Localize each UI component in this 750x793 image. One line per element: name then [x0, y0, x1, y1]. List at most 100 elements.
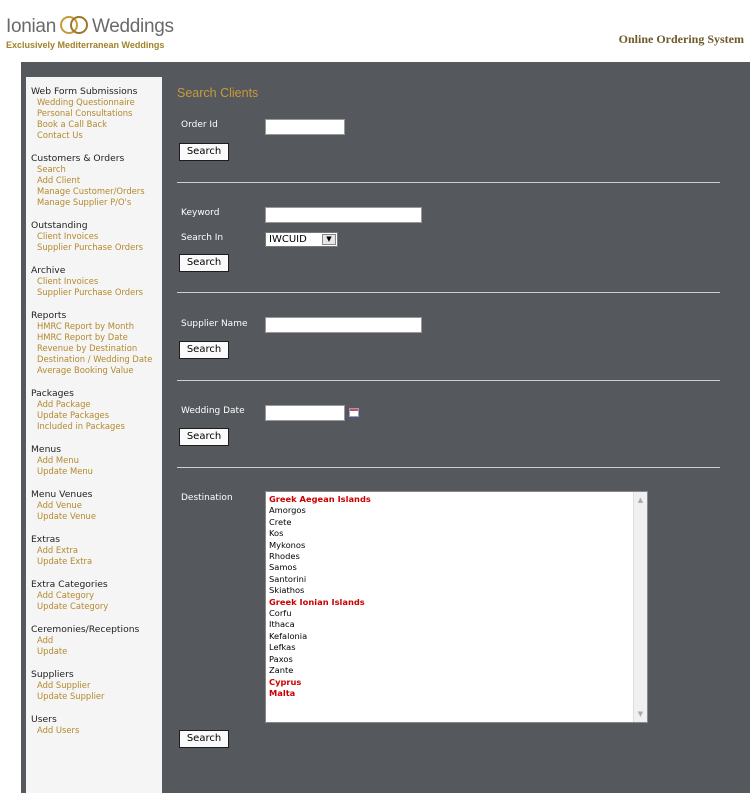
sidebar-section: Reports HMRC Report by Month HMRC Report b… — [31, 310, 162, 376]
sidebar-section-title: Outstanding — [31, 220, 88, 231]
scroll-up-icon[interactable]: ▲ — [635, 494, 646, 506]
sidebar-section-title: Extras — [31, 534, 61, 545]
sidebar-section-title: Extra Categories — [31, 579, 108, 590]
destination-group-option[interactable]: Malta — [266, 688, 647, 699]
destination-option[interactable]: Ithaca — [266, 619, 647, 630]
order-id-input[interactable] — [265, 119, 345, 135]
sidebar-section: Menus Add Menu Update Menu — [31, 444, 162, 477]
sidebar-link[interactable]: HMRC Report by Month — [31, 321, 162, 332]
sidebar-link[interactable]: Update Menu — [31, 466, 162, 477]
divider — [177, 380, 720, 381]
sidebar-link[interactable]: Add Supplier — [31, 680, 162, 691]
sidebar-link[interactable]: Revenue by Destination — [31, 343, 162, 354]
sidebar-link[interactable]: Add Venue — [31, 500, 162, 511]
search-destination-button[interactable]: Search — [179, 730, 229, 748]
sidebar-section-title: Ceremonies/Receptions — [31, 624, 140, 635]
sidebar-section: Outstanding Client Invoices Supplier Purch… — [31, 220, 162, 253]
sidebar-link[interactable]: Client Invoices — [31, 231, 162, 242]
sidebar-link[interactable]: Average Booking Value — [31, 365, 162, 376]
sidebar-link[interactable]: Included in Packages — [31, 421, 162, 432]
wedding-date-input[interactable] — [265, 405, 345, 421]
sidebar-section-title: Packages — [31, 388, 74, 399]
divider — [177, 292, 720, 293]
header: Ionian Weddings Exclusively Mediterranean… — [0, 0, 750, 62]
sidebar-section: Customers & Orders Search Add Client Manage… — [31, 153, 162, 208]
chevron-down-icon[interactable]: ▼ — [322, 234, 336, 245]
sidebar-link[interactable]: HMRC Report by Date — [31, 332, 162, 343]
sidebar-link[interactable]: Supplier Purchase Orders — [31, 287, 162, 298]
destination-option[interactable]: Paxos — [266, 654, 647, 665]
sidebar-link[interactable]: Supplier Purchase Orders — [31, 242, 162, 253]
sidebar-section: Packages Add Package Update Packages Includ… — [31, 388, 162, 432]
destination-group-option[interactable]: Cyprus — [266, 677, 647, 688]
calendar-icon[interactable] — [349, 408, 359, 417]
destination-option[interactable]: Mykonos — [266, 540, 647, 551]
sidebar-link[interactable]: Add Package — [31, 399, 162, 410]
sidebar-link[interactable]: Update — [31, 646, 162, 657]
logo-text-right: Weddings — [91, 16, 174, 37]
destination-label: Destination — [181, 493, 233, 503]
search-order-id-button[interactable]: Search — [179, 143, 229, 161]
sidebar-link[interactable]: Client Invoices — [31, 276, 162, 287]
logo-text-left: Ionian — [6, 16, 56, 37]
destination-option[interactable]: Kos — [266, 528, 647, 539]
destination-option[interactable]: Samos — [266, 562, 647, 573]
destination-option[interactable]: Skiathos — [266, 585, 647, 596]
destination-group-option[interactable]: Greek Ionian Islands — [266, 597, 647, 608]
destination-option[interactable]: Crete — [266, 517, 647, 528]
search-wedding-date-button[interactable]: Search — [179, 428, 229, 446]
sidebar-link[interactable]: Manage Customer/Orders — [31, 186, 162, 197]
sidebar-link[interactable]: Update Category — [31, 601, 162, 612]
keyword-label: Keyword — [181, 208, 220, 218]
sidebar-link[interactable]: Add Client — [31, 175, 162, 186]
sidebar-section: Ceremonies/Receptions Add Update — [31, 624, 162, 657]
search-supplier-button[interactable]: Search — [179, 341, 229, 359]
destination-option[interactable]: Santorini — [266, 574, 647, 585]
search-in-value: IWCUID — [269, 234, 307, 245]
destination-option[interactable]: Lefkas — [266, 642, 647, 653]
destination-group-option[interactable]: Greek Aegean Islands — [266, 494, 647, 505]
divider — [177, 467, 720, 468]
destination-option[interactable]: Kefalonia — [266, 631, 647, 642]
logo[interactable]: Ionian Weddings — [6, 14, 174, 38]
system-title: Online Ordering System — [618, 32, 744, 46]
scroll-down-icon[interactable]: ▼ — [635, 708, 646, 720]
sidebar-link[interactable]: Update Supplier — [31, 691, 162, 702]
wedding-date-label: Wedding Date — [181, 406, 245, 416]
sidebar-section: Suppliers Add Supplier Update Supplier — [31, 669, 162, 702]
sidebar-link[interactable]: Update Packages — [31, 410, 162, 421]
listbox-scrollbar[interactable]: ▲ ▼ — [633, 492, 647, 722]
sidebar-link[interactable]: Destination / Wedding Date — [31, 354, 162, 365]
destination-listbox[interactable]: Greek Aegean Islands Amorgos Crete Kos Mykon… — [265, 491, 648, 723]
sidebar-link[interactable]: Add Menu — [31, 455, 162, 466]
sidebar-section-title: Archive — [31, 265, 66, 276]
sidebar-link[interactable]: Add Extra — [31, 545, 162, 556]
destination-option[interactable]: Zante — [266, 665, 647, 676]
keyword-input[interactable] — [265, 207, 422, 223]
sidebar-section: Archive Client Invoices Supplier Purchase … — [31, 265, 162, 298]
sidebar-link[interactable]: Search — [31, 164, 162, 175]
sidebar-section-title: Menus — [31, 444, 62, 455]
sidebar-link[interactable]: Manage Supplier P/O's — [31, 197, 162, 208]
sidebar-link[interactable]: Personal Consultations — [31, 108, 162, 119]
destination-option[interactable]: Corfu — [266, 608, 647, 619]
sidebar-section: Menu Venues Add Venue Update Venue — [31, 489, 162, 522]
sidebar: Web Form Submissions Wedding Questionnair… — [26, 77, 162, 793]
sidebar-link[interactable]: Add Users — [31, 725, 162, 736]
destination-option[interactable]: Rhodes — [266, 551, 647, 562]
sidebar-link[interactable]: Wedding Questionnaire — [31, 97, 162, 108]
sidebar-link[interactable]: Contact Us — [31, 130, 162, 141]
sidebar-link[interactable]: Add — [31, 635, 162, 646]
sidebar-section: Extras Add Extra Update Extra — [31, 534, 162, 567]
sidebar-link[interactable]: Update Extra — [31, 556, 162, 567]
sidebar-link[interactable]: Book a Call Back — [31, 119, 162, 130]
page-title: Search Clients — [177, 86, 259, 100]
supplier-name-input[interactable] — [265, 317, 422, 333]
destination-option[interactable]: Amorgos — [266, 505, 647, 516]
search-in-select[interactable]: IWCUID ▼ — [265, 232, 338, 247]
sidebar-section: Extra Categories Add Category Update Categ… — [31, 579, 162, 612]
sidebar-link[interactable]: Add Category — [31, 590, 162, 601]
sidebar-link[interactable]: Update Venue — [31, 511, 162, 522]
sidebar-section: Web Form Submissions Wedding Questionnair… — [31, 86, 162, 141]
search-keyword-button[interactable]: Search — [179, 254, 229, 272]
